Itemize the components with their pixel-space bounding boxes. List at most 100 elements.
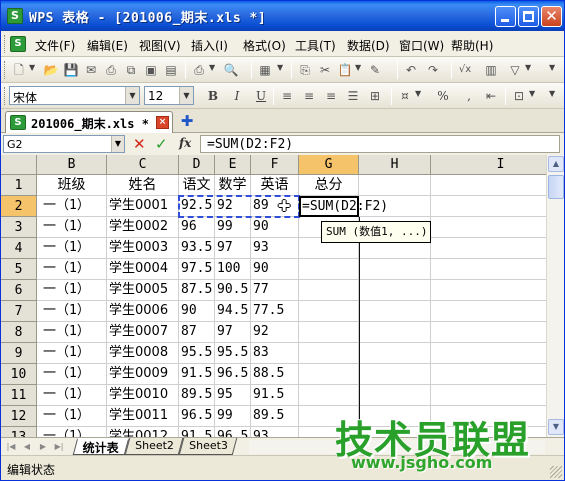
row-header-3[interactable]: 3 [1,217,37,238]
cell-c7[interactable]: 学生0006 [107,301,179,322]
cell-d10[interactable]: 91.5 [179,364,215,385]
cell-h5[interactable] [359,259,431,280]
cell-e2[interactable]: 92 [215,196,251,217]
scroll-up-icon[interactable]: ▲ [548,156,564,172]
column-header-b[interactable]: B [37,155,107,175]
menu-file[interactable]: 文件(F) [35,37,75,54]
cell-d11[interactable]: 89.5 [179,385,215,406]
prev-sheet-icon[interactable]: ◀ [21,441,33,453]
menubar-grip[interactable] [4,35,7,53]
cell-i4[interactable] [431,238,564,259]
spreadsheet-grid[interactable]: B C D E F G H I 1 班级 姓名 语文 数学 英语 总分 2 一（1） 学生0001 92.5 92 89… [1,155,564,437]
spellcheck-icon[interactable]: ▦ [257,62,273,78]
permission-icon[interactable]: ✉ [83,62,99,78]
cell-i7[interactable] [431,301,564,322]
scroll-thumb[interactable] [548,175,564,199]
next-sheet-icon[interactable]: ▶ [37,441,49,453]
print-icon[interactable]: ⎙ [103,62,119,78]
currency-icon[interactable]: ¤ [397,88,413,104]
cell-h9[interactable] [359,343,431,364]
column-header-f[interactable]: F [251,155,299,175]
row-header-2[interactable]: 2 [1,196,37,217]
cell-c5[interactable]: 学生0004 [107,259,179,280]
cell-c9[interactable]: 学生0008 [107,343,179,364]
cell-c4[interactable]: 学生0003 [107,238,179,259]
cell-h11[interactable] [359,385,431,406]
cell-h13[interactable] [359,427,431,437]
cell-g7[interactable] [299,301,359,322]
confirm-edit-icon[interactable]: ✓ [155,135,168,153]
open-icon[interactable]: 📂 [43,62,59,78]
cell-h8[interactable] [359,322,431,343]
italic-button[interactable]: I [229,88,245,104]
cell-c3[interactable]: 学生0002 [107,217,179,238]
cell-i12[interactable] [431,406,564,427]
cell-g5[interactable] [299,259,359,280]
cell-b3[interactable]: 一（1） [37,217,107,238]
row-header-13[interactable]: 13 [1,427,37,437]
name-box[interactable]: G2 ▼ [3,135,125,153]
cell-d3[interactable]: 96 [179,217,215,238]
cell-e11[interactable]: 95 [215,385,251,406]
menu-tools[interactable]: 工具(T) [295,37,336,54]
cell-d5[interactable]: 97.5 [179,259,215,280]
header-cell[interactable]: 姓名 [107,175,179,196]
sheet-tab[interactable]: Sheet3 [178,438,238,455]
column-header-c[interactable]: C [107,155,179,175]
row-header-5[interactable]: 5 [1,259,37,280]
cell-g8[interactable] [299,322,359,343]
print-preview-icon[interactable]: ⧉ [123,62,139,78]
cell-b7[interactable]: 一（1） [37,301,107,322]
chevron-down-icon[interactable]: ▼ [29,63,35,72]
chevron-down-icon[interactable]: ▼ [525,63,531,72]
chevron-down-icon[interactable]: ▼ [277,63,283,72]
select-all-corner[interactable] [1,155,37,175]
cell-g13[interactable] [299,427,359,437]
pdf-icon[interactable]: ▤ [163,62,179,78]
row-header-9[interactable]: 9 [1,343,37,364]
justify-icon[interactable]: ☰ [345,88,361,104]
cell-e13[interactable]: 96.5 [215,427,251,437]
cell-c2[interactable]: 学生0001 [107,196,179,217]
column-header-i[interactable]: I [431,155,564,175]
cell-e8[interactable]: 97 [215,322,251,343]
cell-h7[interactable] [359,301,431,322]
cell-b11[interactable]: 一（1） [37,385,107,406]
cell-f6[interactable]: 77 [251,280,299,301]
cell-f5[interactable]: 90 [251,259,299,280]
copy-icon[interactable]: ⎘ [297,62,313,78]
decrease-decimal-icon[interactable]: ⇤ [483,88,499,104]
insert-function-icon[interactable]: fx [179,136,191,150]
formula-input[interactable]: =SUM(D2:F2) [200,135,560,153]
header-cell[interactable]: 数学 [215,175,251,196]
font-name-select[interactable]: 宋体 ▼ [9,86,140,105]
menu-window[interactable]: 窗口(W) [399,37,444,54]
cell-g6[interactable] [299,280,359,301]
cell-i8[interactable] [431,322,564,343]
cell-i10[interactable] [431,364,564,385]
scroll-down-icon[interactable]: ▼ [548,419,564,435]
cell-i5[interactable] [431,259,564,280]
cell-b5[interactable]: 一（1） [37,259,107,280]
menu-format[interactable]: 格式(O) [243,37,286,54]
menu-data[interactable]: 数据(D) [347,37,390,54]
document-icon[interactable]: S [10,36,26,52]
last-sheet-icon[interactable]: ▶| [53,441,65,453]
font-size-select[interactable]: 12 ▼ [144,86,194,105]
column-header-g[interactable]: G [299,155,359,175]
cell-c11[interactable]: 学生0010 [107,385,179,406]
row-header-11[interactable]: 11 [1,385,37,406]
cell-c12[interactable]: 学生0011 [107,406,179,427]
cell-f13[interactable]: 93 [251,427,299,437]
cell-e10[interactable]: 96.5 [215,364,251,385]
header-cell[interactable]: 英语 [251,175,299,196]
format-painter-icon[interactable]: ✎ [367,62,383,78]
cut-icon[interactable]: ✂ [317,62,333,78]
cell-e5[interactable]: 100 [215,259,251,280]
maximize-button[interactable] [518,6,539,27]
chevron-down-icon[interactable]: ▼ [179,87,193,104]
cell-e3[interactable]: 99 [215,217,251,238]
cell-h1[interactable] [359,175,431,196]
underline-button[interactable]: U [253,88,269,104]
cell-f4[interactable]: 93 [251,238,299,259]
